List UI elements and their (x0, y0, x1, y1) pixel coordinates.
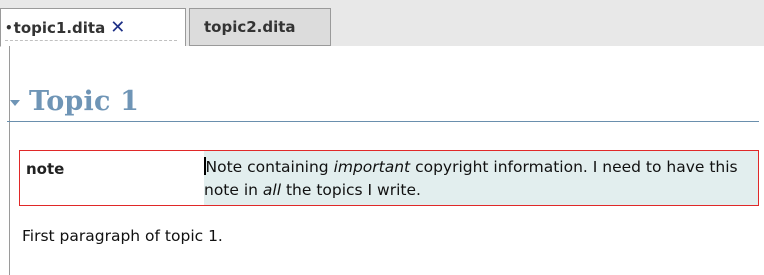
close-icon[interactable]: ✕ (110, 18, 125, 37)
editor-tab-strip: • topic1.dita ✕ topic2.dita (0, 0, 764, 47)
note-text-segment: the topics I write. (281, 181, 421, 199)
tab-label: topic1.dita (13, 18, 106, 37)
note-label: note (26, 160, 65, 178)
modified-indicator: • (5, 20, 13, 35)
note-text-segment: Note containing (205, 158, 334, 176)
tab-label: topic2.dita (204, 18, 296, 36)
note-element[interactable]: note Note containing important copyright… (19, 150, 759, 206)
note-text-emphasis: all (262, 181, 282, 199)
note-content[interactable]: Note containing important copyright info… (204, 151, 758, 205)
tab-topic1[interactable]: • topic1.dita ✕ (0, 8, 186, 47)
paragraph[interactable]: First paragraph of topic 1. (22, 227, 223, 245)
tab-topic2[interactable]: topic2.dita (189, 8, 331, 46)
topic-title[interactable]: Topic 1 (29, 86, 139, 117)
note-text-emphasis: important (333, 158, 411, 176)
collapse-twisty-icon[interactable] (10, 100, 20, 106)
topic-heading[interactable]: Topic 1 (7, 82, 759, 122)
